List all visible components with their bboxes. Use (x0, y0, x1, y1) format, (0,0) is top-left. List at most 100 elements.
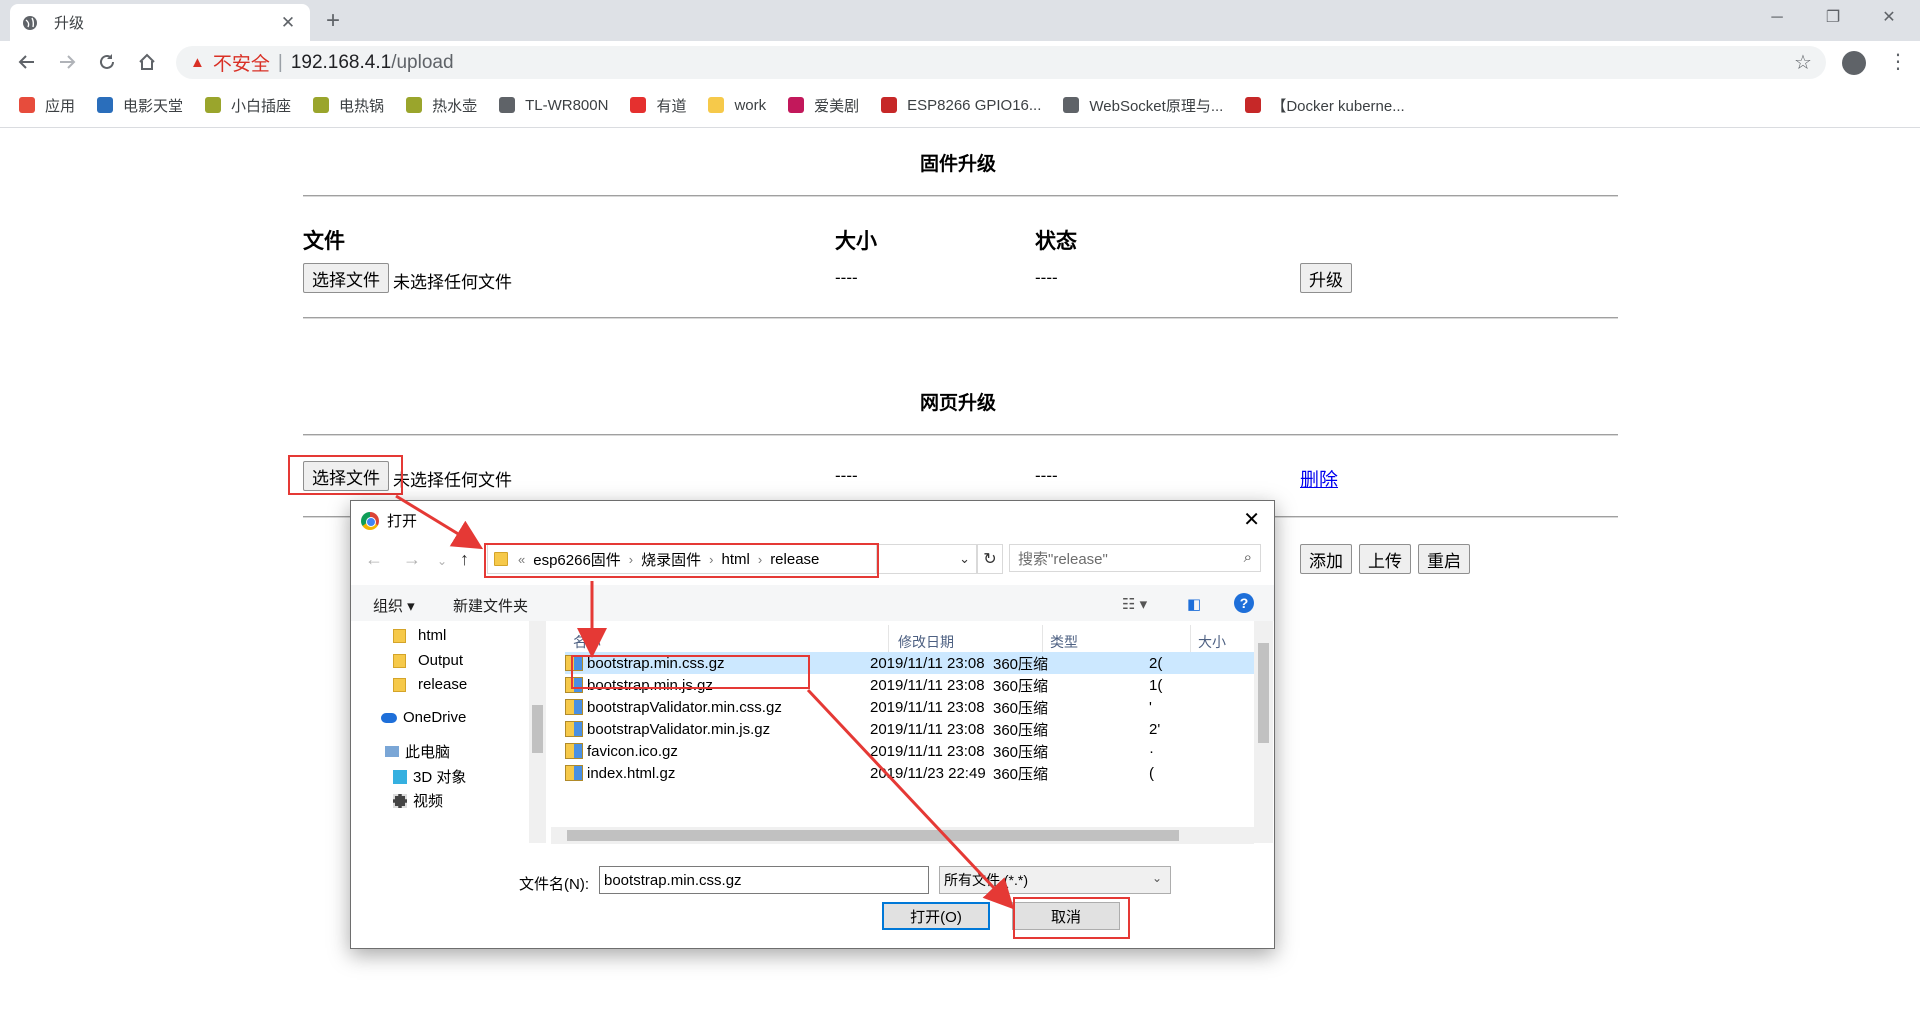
file-row[interactable]: index.html.gz 2019/11/23 22:49 360压缩 ( (565, 762, 1254, 784)
arrow-right-icon (60, 55, 76, 69)
file-row[interactable]: favicon.ico.gz 2019/11/11 23:08 360压缩 · (565, 740, 1254, 762)
url-separator: | (277, 51, 283, 73)
bookmark-favicon-icon (1245, 97, 1262, 113)
nav-item-this-pc[interactable]: 此电脑 (385, 741, 450, 762)
file-size: ' (1149, 698, 1152, 716)
header-size[interactable]: 大小 (1198, 632, 1226, 652)
firmware-choose-file-button[interactable]: 选择文件 (303, 263, 389, 293)
bookmark-item[interactable]: work (708, 97, 766, 114)
nav-item-3d[interactable]: 3D 对象 (393, 766, 466, 787)
bookmark-favicon-icon (313, 97, 330, 113)
help-icon[interactable]: ? (1234, 593, 1254, 613)
dialog-forward-icon[interactable]: → (403, 549, 421, 570)
bookmark-item[interactable]: 电影天堂 (97, 95, 183, 116)
bookmark-label: work (734, 96, 767, 114)
bookmark-item[interactable]: TL-WR800N (499, 97, 608, 114)
bookmark-item[interactable]: 小白插座 (205, 95, 291, 116)
organize-button[interactable]: 组织 ▾ (373, 595, 415, 616)
insecure-label: 不安全 (212, 54, 270, 75)
nav-item-label: 此电脑 (405, 744, 451, 761)
dialog-up-icon[interactable]: ↑ (460, 549, 469, 570)
bookmark-item[interactable]: 应用 (19, 95, 75, 116)
restore-button[interactable]: ❐ (1810, 4, 1856, 32)
highlight-box (571, 655, 810, 689)
firmware-section-title: 固件升级 (920, 154, 997, 175)
preview-pane-icon[interactable]: ◧ (1187, 595, 1201, 613)
dialog-title: 打开 (387, 513, 418, 530)
back-button[interactable] (14, 49, 40, 75)
browser-tab[interactable]: 升级 ✕ (10, 4, 310, 41)
nav-item[interactable]: Output (393, 652, 463, 669)
highlight-box (484, 543, 879, 578)
view-options-icon[interactable]: ☷ ▾ (1122, 595, 1147, 613)
file-type: 360压缩 (993, 699, 1049, 717)
new-tab-button[interactable]: + (326, 8, 340, 34)
bookmark-label: 有道 (656, 97, 687, 115)
dialog-nav-pane: html Output release OneDrive 此电脑 3D 对象 视… (351, 621, 529, 843)
header-date[interactable]: 修改日期 (898, 632, 954, 652)
dialog-search-input[interactable]: 搜索"release" ⌕ (1009, 544, 1261, 572)
filetype-select[interactable]: 所有文件 (*.*) ⌄ (939, 866, 1171, 894)
bookmark-favicon-icon (499, 97, 516, 113)
bookmark-item[interactable]: 电热锅 (313, 95, 384, 116)
upload-button[interactable]: 上传 (1359, 544, 1411, 574)
scrollbar-thumb[interactable] (532, 705, 543, 753)
file-list-vscroll[interactable] (1254, 621, 1273, 843)
archive-icon (565, 699, 583, 715)
computer-icon (385, 746, 399, 757)
nav-item-label: 3D 对象 (413, 769, 467, 786)
bookmark-item[interactable]: WebSocket原理与... (1063, 95, 1223, 116)
dialog-back-icon[interactable]: ← (365, 549, 383, 570)
home-button[interactable] (134, 49, 160, 75)
web-size-value: ---- (835, 466, 858, 485)
file-row[interactable]: bootstrapValidator.min.css.gz 2019/11/11 … (565, 696, 1254, 718)
dialog-recent-icon[interactable]: ⌄ (437, 554, 447, 568)
filename-input[interactable]: bootstrap.min.css.gz (599, 866, 929, 894)
upgrade-button[interactable]: 升级 (1300, 263, 1352, 293)
minimize-button[interactable]: ─ (1754, 4, 1800, 32)
delete-link[interactable]: 删除 (1300, 465, 1338, 492)
file-date: 2019/11/23 22:49 (870, 764, 986, 782)
bookmark-label: WebSocket原理与... (1089, 97, 1224, 115)
file-list-hscroll[interactable] (551, 827, 1254, 844)
address-dropdown[interactable]: ⌄ (877, 544, 977, 574)
dialog-close-icon[interactable]: ✕ (1243, 507, 1260, 532)
nav-item-videos[interactable]: 视频 (393, 790, 443, 811)
divider (303, 434, 1618, 436)
profile-avatar-icon[interactable] (1842, 51, 1866, 75)
new-folder-button[interactable]: 新建文件夹 (453, 595, 528, 616)
file-date: 2019/11/11 23:08 (870, 742, 985, 760)
header-name[interactable]: 名称 (573, 632, 601, 652)
nav-item-onedrive[interactable]: OneDrive (381, 709, 466, 726)
file-row[interactable]: bootstrapValidator.min.js.gz 2019/11/11 2… (565, 718, 1254, 740)
tab-close-icon[interactable]: ✕ (278, 13, 298, 33)
search-icon: ⌕ (1243, 549, 1252, 566)
bookmark-star-icon[interactable]: ☆ (1794, 50, 1812, 75)
bookmark-item[interactable]: 有道 (630, 95, 686, 116)
bookmark-item[interactable]: ESP8266 GPIO16... (881, 97, 1041, 114)
add-button[interactable]: 添加 (1300, 544, 1352, 574)
bookmark-item[interactable]: 【Docker kuberne... (1245, 95, 1405, 116)
bookmark-item[interactable]: 爱美剧 (788, 95, 859, 116)
scrollbar-thumb[interactable] (1258, 643, 1269, 743)
nav-item[interactable]: html (393, 627, 446, 644)
restart-button[interactable]: 重启 (1418, 544, 1470, 574)
menu-kebab-icon[interactable]: ⋮ (1888, 49, 1908, 74)
col-header-size: 大小 (835, 230, 877, 253)
address-bar[interactable]: ▲ 不安全 | 192.168.4.1/upload (176, 46, 1826, 79)
column-separator (1190, 625, 1191, 653)
bookmark-item[interactable]: 热水壶 (406, 95, 477, 116)
scrollbar-thumb[interactable] (567, 830, 1179, 841)
column-separator (1042, 625, 1043, 653)
header-type[interactable]: 类型 (1050, 632, 1078, 652)
open-button[interactable]: 打开(O) (882, 902, 990, 930)
nav-item[interactable]: release (393, 676, 467, 693)
forward-button[interactable] (54, 49, 80, 75)
bookmark-favicon-icon (406, 97, 423, 113)
bookmark-label: 电热锅 (339, 97, 385, 115)
file-name: bootstrapValidator.min.js.gz (587, 720, 771, 738)
window-close-button[interactable]: ✕ (1866, 4, 1912, 32)
nav-scrollbar[interactable] (529, 621, 546, 843)
reload-button[interactable] (94, 49, 120, 75)
dialog-refresh-icon[interactable]: ↻ (977, 544, 1003, 574)
